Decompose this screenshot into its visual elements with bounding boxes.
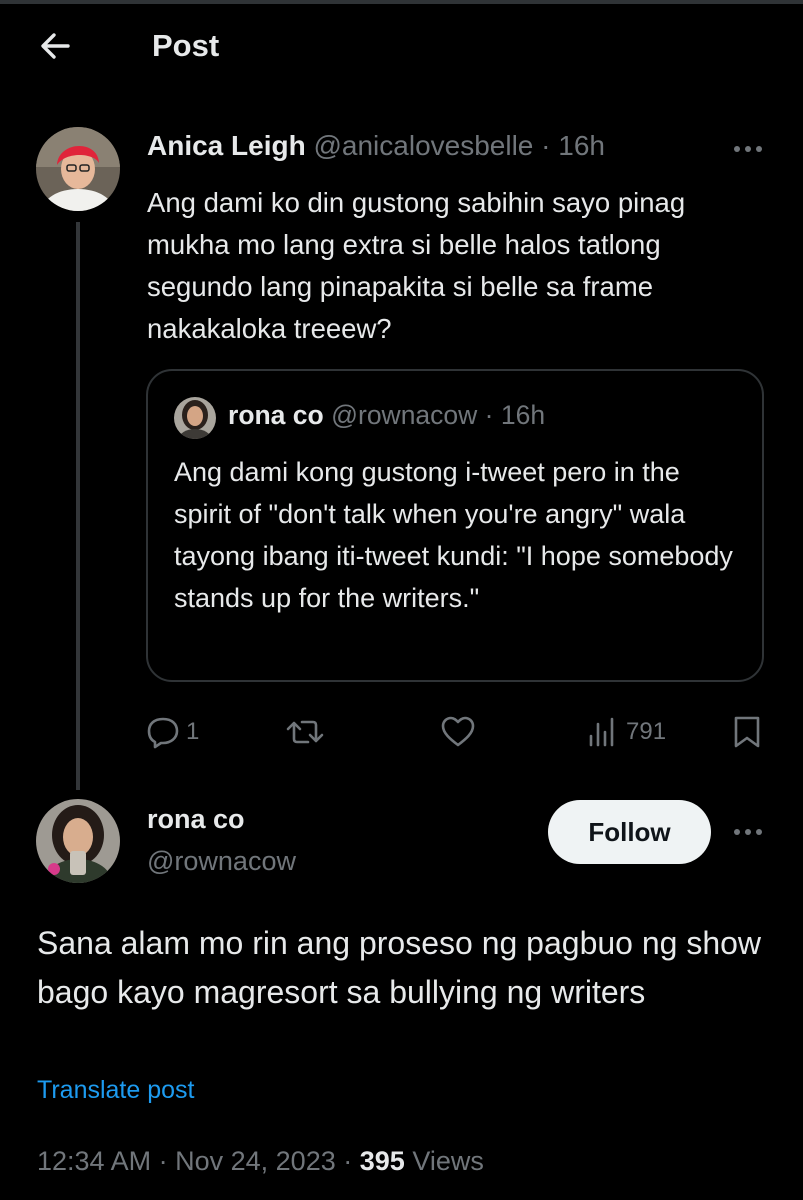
reply-count: 1 [186, 718, 200, 745]
views-count: 791 [626, 718, 667, 745]
avatar[interactable] [36, 127, 120, 211]
views-icon [589, 717, 614, 747]
post-date[interactable]: Nov 24, 2023 [175, 1146, 336, 1176]
reply-icon [147, 717, 179, 749]
separator: · [541, 130, 551, 161]
reply-avatar[interactable] [36, 799, 120, 883]
bookmark-icon [734, 716, 760, 748]
translate-link[interactable]: Translate post [37, 1076, 194, 1105]
action-bar: 1 791 [146, 708, 766, 756]
reply-author-name[interactable]: rona co [147, 804, 245, 835]
views-button[interactable]: 791 [586, 708, 666, 756]
reply-text: Sana alam mo rin ang proseso ng pagbuo n… [37, 925, 762, 1010]
back-arrow-icon [41, 33, 70, 59]
views-label: Views [412, 1146, 484, 1176]
avatar-image [36, 127, 120, 211]
back-button[interactable] [34, 26, 78, 66]
more-icon[interactable] [732, 142, 764, 156]
quote-text: Ang dami kong gustong i-tweet pero in th… [174, 457, 733, 613]
reply-avatar-image [36, 799, 120, 883]
header: Post [0, 4, 803, 84]
separator: · [484, 400, 494, 430]
reply-button[interactable]: 1 [146, 708, 199, 756]
page-title: Post [152, 28, 220, 63]
follow-button[interactable]: Follow [548, 800, 711, 864]
quote-avatar [174, 397, 216, 439]
timestamp[interactable]: 16h [558, 130, 605, 161]
quote-avatar-image [174, 397, 216, 439]
author-name[interactable]: Anica Leigh [147, 130, 306, 161]
tweet-text: Ang dami ko din gustong sabihin sayo pin… [147, 187, 686, 344]
quote-author-name: rona co [228, 400, 324, 430]
bookmark-button[interactable] [732, 708, 762, 756]
quote-handle: @rownacow [331, 400, 478, 430]
parent-tweet-header: Anica Leigh @anicalovesbelle · 16h [147, 130, 605, 162]
like-button[interactable] [440, 708, 476, 756]
views-total[interactable]: 395 [360, 1146, 405, 1176]
separator: · [343, 1146, 353, 1176]
quoted-tweet[interactable]: rona co @rownacow · 16h Ang dami kong gu… [146, 369, 764, 682]
like-icon [441, 716, 475, 747]
retweet-button[interactable] [286, 708, 324, 756]
quote-header: rona co @rownacow · 16h [228, 400, 545, 431]
post-meta: 12:34 AM · Nov 24, 2023 · 395 Views [37, 1146, 484, 1177]
quote-timestamp: 16h [500, 400, 546, 430]
more-icon[interactable] [732, 825, 764, 839]
author-handle[interactable]: @anicalovesbelle [313, 130, 533, 161]
reply-author-handle[interactable]: @rownacow [147, 846, 296, 877]
retweet-icon [286, 720, 324, 744]
separator: · [158, 1146, 168, 1176]
thread-connector [76, 222, 80, 790]
post-time[interactable]: 12:34 AM [37, 1146, 151, 1176]
